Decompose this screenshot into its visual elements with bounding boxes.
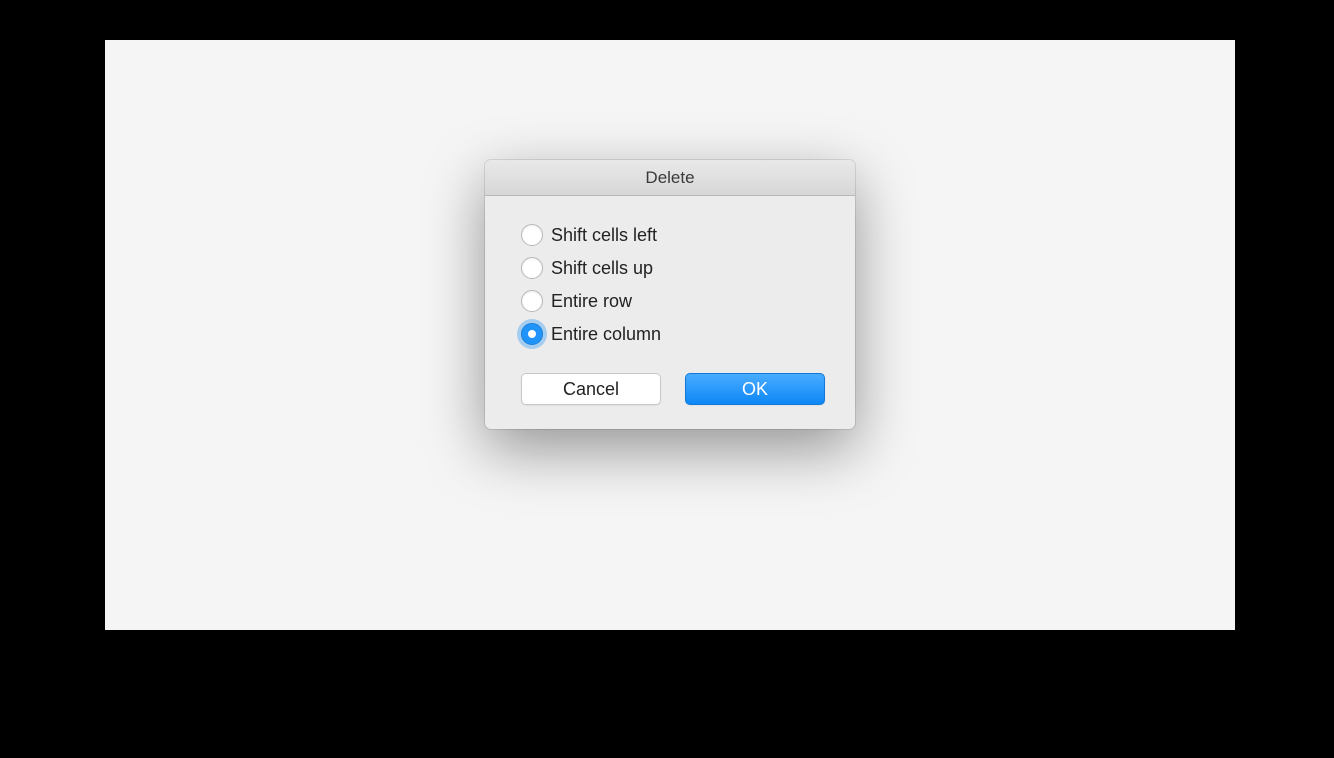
dialog-overlay: Delete Shift cells left Shift cells up E… bbox=[0, 0, 1334, 758]
cancel-button-label: Cancel bbox=[563, 379, 619, 400]
radio-option-entire-column[interactable]: Entire column bbox=[521, 323, 825, 345]
dialog-title: Delete bbox=[645, 168, 694, 188]
radio-button-selected[interactable] bbox=[521, 323, 543, 345]
radio-option-entire-row[interactable]: Entire row bbox=[521, 290, 825, 312]
radio-button[interactable] bbox=[521, 257, 543, 279]
dialog-button-row: Cancel OK bbox=[521, 373, 825, 405]
radio-option-shift-cells-left[interactable]: Shift cells left bbox=[521, 224, 825, 246]
ok-button[interactable]: OK bbox=[685, 373, 825, 405]
cancel-button[interactable]: Cancel bbox=[521, 373, 661, 405]
radio-dot-icon bbox=[528, 330, 536, 338]
ok-button-label: OK bbox=[742, 379, 768, 400]
radio-button[interactable] bbox=[521, 290, 543, 312]
dialog-body: Shift cells left Shift cells up Entire r… bbox=[485, 196, 855, 429]
radio-label: Shift cells left bbox=[551, 225, 657, 246]
dialog-titlebar: Delete bbox=[485, 160, 855, 196]
radio-label: Entire row bbox=[551, 291, 632, 312]
radio-option-shift-cells-up[interactable]: Shift cells up bbox=[521, 257, 825, 279]
delete-options-radio-group: Shift cells left Shift cells up Entire r… bbox=[521, 224, 825, 345]
radio-label: Shift cells up bbox=[551, 258, 653, 279]
radio-label: Entire column bbox=[551, 324, 661, 345]
delete-dialog: Delete Shift cells left Shift cells up E… bbox=[485, 160, 855, 429]
radio-button[interactable] bbox=[521, 224, 543, 246]
